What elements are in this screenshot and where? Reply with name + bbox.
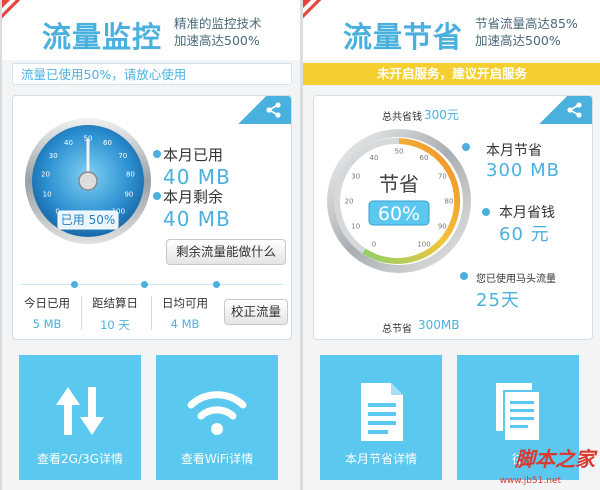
total-saved-money-label: 总共省钱 — [382, 112, 422, 123]
total-saved-label: 总节省 — [382, 324, 412, 335]
usage-card: 0 10 20 30 40 50 60 70 80 90 100 已用 50% 本月已用 40 MB… — [12, 95, 292, 340]
tile-month-saving-details[interactable]: 本月节省详情 — [320, 355, 442, 480]
bullet-dot — [460, 272, 468, 280]
gauge-tick-label: 90 — [438, 222, 447, 230]
page-title: 流量节省 — [343, 20, 464, 54]
tile-month-saving-label: 本月节省详情 — [344, 452, 417, 466]
traffic-monitor-screen: 流量监控 精准的监控技术 加速高达500% 流量已使用50%，请放心使用 0 10… — [2, 0, 300, 490]
bullet-dot — [482, 208, 490, 216]
month-used-stat: 本月已用 40 MB — [153, 144, 231, 189]
saving-gauge: 0 10 20 30 40 50 60 70 80 90 100 节省 60% — [327, 129, 471, 273]
gauge-tick-label: 20 — [41, 171, 50, 179]
share-button[interactable] — [231, 96, 291, 124]
subtitle-line2: 加速高达500% — [174, 33, 260, 48]
document-icon — [361, 383, 403, 441]
wifi-icon — [187, 391, 247, 435]
month-saved-label: 本月节省 — [486, 143, 542, 159]
tile-2g3g-details[interactable]: 查看2G/3G详情 — [19, 355, 141, 480]
tile-2g3g-label: 查看2G/3G详情 — [37, 452, 123, 466]
share-icon — [266, 102, 281, 118]
month-left-label: 本月剩余 — [163, 188, 224, 206]
gauge-tick-label: 20 — [345, 197, 354, 205]
corner-ribbon-icon — [303, 0, 329, 26]
share-icon — [567, 102, 582, 118]
saving-percent-label: 60% — [378, 203, 420, 225]
daily-available-stat: 日均可用 4 MB — [155, 295, 215, 331]
gauge-tick-label: 10 — [351, 222, 360, 230]
separator — [151, 296, 152, 330]
month-left-value: 40 MB — [163, 207, 231, 231]
service-notice[interactable]: 未开启服务，建议开启服务 — [303, 63, 600, 85]
separator — [81, 296, 82, 330]
gauge-tick-label: 10 — [43, 191, 52, 199]
header: 流量节省 节省流量高达85% 加速高达500% — [303, 0, 600, 60]
usage-notice: 流量已使用50%，请放心使用 — [12, 63, 292, 85]
divider-dot — [213, 281, 220, 288]
divider-dot — [141, 281, 148, 288]
gauge-tick-label: 40 — [370, 154, 379, 162]
used-percent-label: 已用 50% — [61, 213, 116, 227]
tile-wifi-label: 查看WiFi详情 — [180, 452, 254, 466]
gauge-tick-label: 0 — [372, 241, 376, 249]
share-button[interactable] — [532, 96, 592, 124]
today-used-stat: 今日已用 5 MB — [17, 295, 77, 331]
gauge-tick-label: 80 — [445, 197, 454, 205]
divider — [21, 284, 283, 285]
gauge-tick-label: 100 — [417, 241, 430, 249]
gauge-tick-label: 80 — [126, 171, 135, 179]
bullet-dot — [462, 143, 470, 151]
month-used-label: 本月已用 — [163, 146, 224, 164]
days-to-settlement-value: 10 天 — [100, 318, 130, 332]
page-title: 流量监控 — [42, 20, 163, 54]
month-saved-value: 300 MB — [486, 160, 560, 181]
days-to-settlement-label: 距结算日 — [92, 296, 138, 310]
mtour-traffic-value: 25天 — [476, 290, 520, 311]
calibrate-traffic-button[interactable]: 校正流量 — [224, 299, 288, 325]
today-used-value: 5 MB — [32, 317, 62, 331]
gauge-hub — [78, 171, 98, 191]
total-saved-money-value: 300元 — [424, 108, 459, 122]
traffic-saving-screen: 流量节省 节省流量高达85% 加速高达500% 未开启服务，建议开启服务 总共省… — [303, 0, 600, 490]
tile-wifi-details[interactable]: 查看WiFi详情 — [156, 355, 278, 480]
gauge-tick-label: 60 — [103, 139, 112, 147]
gauge-tick-label: 50 — [395, 147, 404, 155]
gauge-tick-label: 30 — [351, 172, 360, 180]
watermark-logo: 脚本之家 — [515, 447, 595, 471]
gauge-tick-label: 70 — [118, 152, 127, 160]
month-money-label: 本月省钱 — [499, 205, 555, 221]
saving-center-label: 节省 — [379, 172, 419, 196]
gauge-tick-label: 90 — [124, 191, 133, 199]
month-money-value: 60 元 — [499, 224, 550, 245]
header: 流量监控 精准的监控技术 加速高达500% — [2, 0, 300, 60]
today-used-label: 今日已用 — [24, 296, 70, 310]
mtour-traffic-label: 您已使用马头流量 — [476, 274, 556, 285]
total-saved-value: 300MB — [418, 318, 460, 332]
documents-icon — [496, 383, 541, 442]
bullet-dot — [153, 150, 161, 158]
gauge-tick-label: 70 — [438, 172, 447, 180]
gauge-tick-label: 30 — [49, 152, 58, 160]
usage-gauge: 0102030405060708090100 已用 50% — [25, 118, 151, 244]
up-down-arrows-icon — [56, 387, 104, 435]
daily-available-label: 日均可用 — [162, 296, 208, 310]
gauge-tick-label: 60 — [420, 154, 429, 162]
bullet-dot — [153, 192, 161, 200]
gauge-tick-label: 40 — [64, 139, 73, 147]
remaining-usage-button[interactable]: 剩余流量能做什么 — [166, 239, 286, 265]
watermark-url: www.jb51.net — [499, 476, 561, 486]
month-left-stat: 本月剩余 40 MB — [153, 186, 231, 231]
corner-ribbon-icon — [2, 0, 28, 26]
saving-card: 总共省钱 300元 0 10 20 30 40 50 60 70 80 90 100 节省 60% … — [313, 95, 593, 340]
days-to-settlement-stat: 距结算日 10 天 — [85, 295, 145, 333]
subtitle-line2: 加速高达500% — [475, 33, 561, 48]
daily-available-value: 4 MB — [170, 317, 200, 331]
divider-dot — [71, 281, 78, 288]
